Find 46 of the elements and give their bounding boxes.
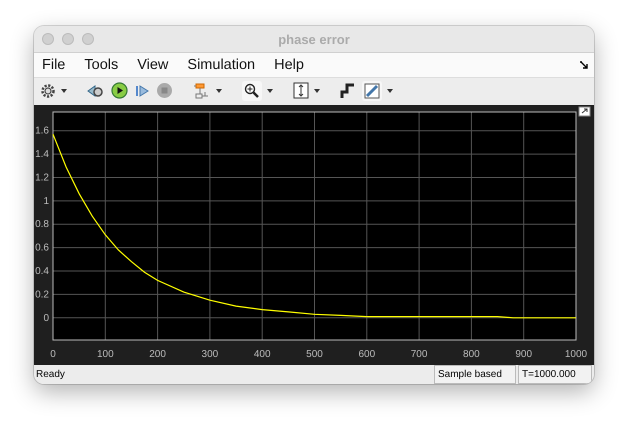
- x-tick-label: 800: [463, 349, 480, 360]
- step-back-icon[interactable]: [87, 82, 105, 98]
- y-tick-label: 0.2: [35, 289, 49, 300]
- sample-mode-field: Sample based: [434, 365, 516, 384]
- y-tick-label: 0.6: [35, 242, 49, 254]
- ruler-button[interactable]: [362, 80, 382, 100]
- step-forward-icon[interactable]: [134, 82, 150, 98]
- caret-icon[interactable]: [267, 88, 273, 92]
- x-tick-label: 500: [306, 349, 323, 360]
- y-tick-label: 1.4: [35, 149, 49, 160]
- undock-icon[interactable]: [580, 61, 589, 70]
- menu-item[interactable]: View: [137, 57, 168, 73]
- y-tick-label: 1: [43, 196, 49, 207]
- x-tick-label: 700: [410, 349, 428, 360]
- stop-button[interactable]: [156, 82, 173, 99]
- menu-item[interactable]: Tools: [84, 57, 118, 73]
- run-button[interactable]: [111, 82, 128, 99]
- window-title: phase error: [278, 32, 350, 46]
- y-tick-label: 0: [43, 312, 49, 324]
- menu-item[interactable]: Help: [274, 57, 304, 73]
- blocks-icon[interactable]: [193, 82, 211, 98]
- x-tick-label: 900: [515, 349, 532, 360]
- x-tick-label: 100: [96, 349, 114, 360]
- undock-axes-icon[interactable]: [578, 106, 590, 116]
- x-tick-label: 600: [358, 349, 376, 360]
- x-tick-label: 200: [149, 349, 166, 360]
- menu-item[interactable]: Simulation: [187, 57, 256, 73]
- caret-icon[interactable]: [387, 88, 393, 92]
- status-message: Ready: [35, 369, 66, 380]
- settings-icon[interactable]: [40, 82, 56, 98]
- x-tick-label: 0: [50, 349, 56, 360]
- x-tick-label: 1000: [564, 349, 588, 360]
- caret-icon[interactable]: [314, 88, 320, 92]
- x-tick-label: 400: [254, 349, 271, 360]
- menu-item[interactable]: File: [42, 57, 66, 73]
- y-tick-label: 1.6: [35, 126, 49, 137]
- signal-step-icon[interactable]: [340, 82, 356, 98]
- scale-axes-icon[interactable]: [293, 82, 309, 99]
- time-field: T=1000.000: [518, 365, 592, 384]
- x-tick-label: 300: [202, 349, 218, 360]
- caret-icon[interactable]: [216, 88, 222, 92]
- y-tick-label: 1.2: [35, 172, 49, 184]
- y-tick-label: 0.4: [35, 266, 49, 278]
- zoom-button[interactable]: [242, 80, 262, 100]
- caret-icon[interactable]: [61, 88, 67, 92]
- y-tick-label: 0.8: [35, 219, 49, 230]
